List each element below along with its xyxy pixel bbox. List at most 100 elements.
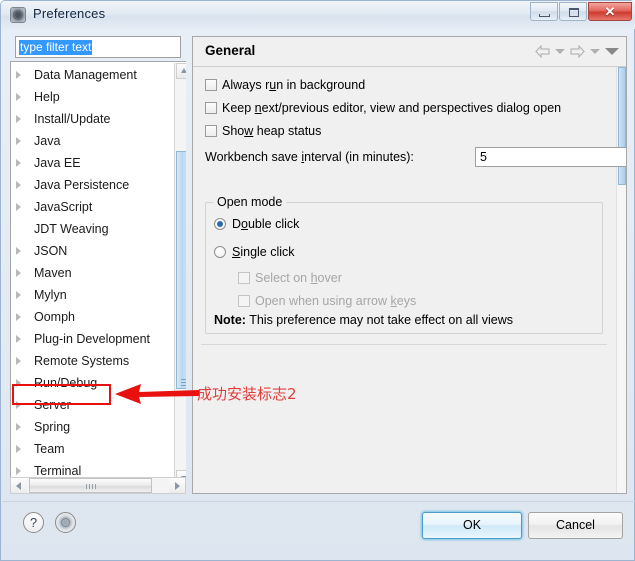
- tree-item[interactable]: Server: [11, 394, 163, 416]
- radio-icon-selected[interactable]: [214, 218, 226, 230]
- tree-item-label: JSON: [34, 244, 68, 258]
- cancel-button[interactable]: Cancel: [528, 512, 623, 539]
- expand-arrow-icon[interactable]: [16, 445, 21, 453]
- checkbox-select-on-hover[interactable]: Select on hover: [238, 269, 342, 287]
- annotation-text: 成功安装标志2: [197, 385, 297, 403]
- tree-vertical-scrollbar[interactable]: [174, 63, 186, 485]
- panel-menu-chevron-icon[interactable]: [605, 48, 619, 55]
- scroll-right-button[interactable]: [169, 478, 185, 493]
- tree-item[interactable]: Java EE: [11, 152, 163, 174]
- minimize-icon: [539, 14, 550, 17]
- expand-arrow-icon[interactable]: [16, 93, 21, 101]
- scroll-grip-icon: [181, 379, 186, 380]
- panel-scroll-thumb[interactable]: [618, 67, 626, 185]
- ok-button[interactable]: OK: [422, 512, 522, 539]
- checkbox-always-run-in-background[interactable]: Always run in background: [205, 76, 365, 94]
- preferences-gear-icon: [10, 7, 26, 23]
- expand-arrow-icon[interactable]: [16, 247, 21, 255]
- tree-item-label: Java Persistence: [34, 178, 130, 192]
- tree-item[interactable]: Help: [11, 86, 163, 108]
- radio-label: Single click: [232, 245, 295, 259]
- expand-arrow-icon[interactable]: [16, 335, 21, 343]
- tree-item-label: Java: [34, 134, 61, 148]
- tree-item-label: Server: [34, 398, 71, 412]
- tree-item[interactable]: JavaScript: [11, 196, 163, 218]
- forward-dropdown-icon[interactable]: [590, 49, 600, 54]
- tree-item-label: Run/Debug: [34, 376, 98, 390]
- checkbox-open-when-using-arrow-keys[interactable]: Open when using arrow keys: [238, 292, 416, 310]
- tree-item-label: Spring: [34, 420, 71, 434]
- open-mode-legend: Open mode: [213, 195, 287, 209]
- horizontal-scroll-thumb[interactable]: [29, 478, 152, 493]
- preferences-dialog-screenshot: Preferences ✕ type filter text Data Mana…: [0, 0, 635, 561]
- expand-arrow-icon[interactable]: [16, 423, 21, 431]
- tree-item[interactable]: JDT Weaving: [11, 218, 163, 240]
- tree-horizontal-scrollbar[interactable]: [10, 477, 186, 494]
- window-title: Preferences: [33, 6, 106, 21]
- scroll-up-button[interactable]: [176, 63, 186, 79]
- checkbox-icon[interactable]: [205, 79, 217, 91]
- back-arrow-icon[interactable]: [535, 45, 550, 58]
- checkbox-keep-next-previous-editor-dialog-open[interactable]: Keep next/previous editor, view and pers…: [205, 99, 561, 117]
- tree-item[interactable]: Oomph: [11, 306, 163, 328]
- expand-arrow-icon[interactable]: [16, 137, 21, 145]
- tree-item[interactable]: Remote Systems: [11, 350, 163, 372]
- expand-arrow-icon[interactable]: [16, 115, 21, 123]
- checkbox-icon[interactable]: [205, 125, 217, 137]
- checkbox-icon-disabled[interactable]: [238, 272, 250, 284]
- open-mode-group: Open mode Double click Single click Sele…: [205, 195, 603, 334]
- tree-item[interactable]: Data Management: [11, 64, 163, 86]
- minimize-button[interactable]: [530, 2, 558, 21]
- tree-item[interactable]: Java: [11, 130, 163, 152]
- tree-item[interactable]: Maven: [11, 262, 163, 284]
- tree-item[interactable]: Run/Debug: [11, 372, 163, 394]
- footer-divider: [2, 501, 635, 502]
- vertical-scroll-thumb[interactable]: [176, 151, 186, 389]
- expand-arrow-icon[interactable]: [16, 269, 21, 277]
- expand-arrow-icon[interactable]: [16, 379, 21, 387]
- expand-arrow-icon[interactable]: [16, 401, 21, 409]
- open-mode-note: Note: This preference may not take effec…: [214, 313, 513, 327]
- settings-gear-icon[interactable]: [55, 512, 76, 533]
- preferences-tree[interactable]: Data Management Help Install/Update Java Jav…: [10, 61, 186, 486]
- expand-arrow-icon[interactable]: [16, 467, 21, 475]
- note-label: Note:: [214, 313, 246, 327]
- radio-single-click[interactable]: Single click: [214, 243, 295, 261]
- expand-arrow-icon[interactable]: [16, 159, 21, 167]
- panel-vertical-scrollbar[interactable]: [616, 67, 626, 493]
- expand-arrow-icon[interactable]: [16, 203, 21, 211]
- tree-item[interactable]: Team: [11, 438, 163, 460]
- expand-arrow-icon[interactable]: [16, 313, 21, 321]
- expand-arrow-icon[interactable]: [16, 357, 21, 365]
- preferences-window: Preferences ✕ type filter text Data Mana…: [0, 0, 635, 561]
- checkbox-show-heap-status[interactable]: Show heap status: [205, 122, 321, 140]
- tree-item[interactable]: Mylyn: [11, 284, 163, 306]
- radio-double-click[interactable]: Double click: [214, 215, 299, 233]
- tree-item[interactable]: Plug-in Development: [11, 328, 163, 350]
- general-preferences-panel: General Always run in background Keep ne…: [192, 36, 627, 494]
- filter-input[interactable]: type filter text: [15, 36, 181, 58]
- scroll-grip-icon: [85, 484, 87, 489]
- checkbox-label: Select on hover: [255, 271, 342, 285]
- checkbox-icon[interactable]: [205, 102, 217, 114]
- radio-icon[interactable]: [214, 246, 226, 258]
- tree-item[interactable]: Java Persistence: [11, 174, 163, 196]
- maximize-button[interactable]: [559, 2, 587, 21]
- help-icon[interactable]: ?: [23, 512, 44, 533]
- checkbox-icon-disabled[interactable]: [238, 295, 250, 307]
- close-button[interactable]: ✕: [588, 2, 632, 21]
- expand-arrow-icon[interactable]: [16, 291, 21, 299]
- tree-item-label: Oomph: [34, 310, 75, 324]
- tree-item[interactable]: Spring: [11, 416, 163, 438]
- workbench-save-interval-input[interactable]: 5: [475, 147, 626, 167]
- expand-arrow-icon[interactable]: [16, 181, 21, 189]
- tree-item[interactable]: Install/Update: [11, 108, 163, 130]
- scroll-left-button[interactable]: [11, 478, 27, 493]
- back-dropdown-icon[interactable]: [555, 49, 565, 54]
- caret-up-icon: [181, 68, 186, 73]
- tree-item[interactable]: JSON: [11, 240, 163, 262]
- forward-arrow-icon[interactable]: [570, 45, 585, 58]
- panel-navigation-toolbar: [535, 45, 619, 58]
- expand-arrow-icon[interactable]: [16, 71, 21, 79]
- note-text: This preference may not take effect on a…: [245, 313, 513, 327]
